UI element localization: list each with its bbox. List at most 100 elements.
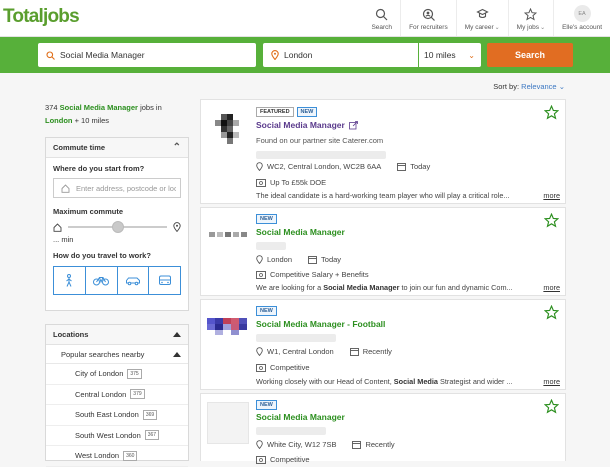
save-star-icon[interactable] [544, 213, 559, 228]
mode-bicycle[interactable] [84, 267, 117, 294]
nav-search[interactable]: Search [363, 0, 400, 36]
keyword-input[interactable]: Social Media Manager [38, 43, 256, 67]
job-card[interactable]: NEW Social Media Manager - Football W1, … [200, 299, 566, 390]
location-pin-icon [173, 222, 181, 232]
mode-walking[interactable] [54, 267, 85, 294]
desc-highlight: Social Media [393, 377, 438, 386]
results-number: 374 [45, 103, 58, 112]
nav-for-recruiters-label: For recruiters [409, 24, 448, 31]
slider-track[interactable] [68, 221, 167, 233]
job-salary-row: Up To £55k DOE [256, 178, 326, 187]
salary-icon [256, 455, 266, 464]
job-title: Social Media Manager [256, 227, 345, 237]
location-input[interactable]: London [263, 43, 418, 67]
location-count-badge: 360 [123, 450, 138, 461]
site-header: Totaljobs Search For recruiters My caree… [0, 0, 610, 37]
slider-handle[interactable] [111, 221, 124, 233]
search-icon [46, 50, 55, 60]
job-location: W1, Central London [267, 347, 334, 356]
location-count-badge: 375 [127, 368, 142, 379]
commute-slider[interactable] [46, 216, 188, 233]
job-salary-row: Competitive Salary + Benefits [256, 270, 369, 279]
location-name: City of London [75, 369, 124, 379]
more-link[interactable]: more [543, 191, 560, 200]
job-salary-row: Competitive [256, 363, 310, 372]
location-name: West London [75, 451, 120, 461]
job-location-row: London Today [256, 255, 341, 264]
sort-control[interactable]: Sort by: Relevance ⌄ [493, 82, 565, 91]
nav-my-career-label: My career [464, 24, 494, 31]
mode-bus[interactable] [148, 267, 180, 294]
job-card[interactable]: NEW Social Media Manager White City, W12… [200, 393, 566, 464]
results-count: 374 Social Media Manager jobs in London … [45, 101, 185, 127]
new-tag: NEW [256, 400, 277, 410]
desc-highlight: Social Media Manager [323, 283, 400, 292]
save-star-icon[interactable] [544, 305, 559, 320]
avatar: EA [573, 5, 591, 22]
sort-value[interactable]: Relevance [521, 82, 556, 91]
totaljobs-logo[interactable]: Totaljobs [3, 6, 80, 28]
save-star-icon[interactable] [544, 399, 559, 414]
desc-text: Working closely with our Head of Content… [256, 377, 394, 386]
results-keyword: Social Media Manager [59, 103, 138, 112]
company-logo-placeholder [207, 402, 249, 444]
commute-panel-header[interactable]: Commute time ⌃ [46, 138, 188, 158]
job-tags: NEW [256, 306, 277, 316]
location-name: South West London [75, 430, 141, 440]
bicycle-icon [93, 277, 110, 286]
distance-select[interactable]: 10 miles ⌄ [419, 43, 481, 67]
results-radius: + 10 miles [74, 116, 109, 125]
walking-icon [66, 273, 73, 287]
search-button[interactable]: Search [487, 43, 573, 67]
job-location: WC2, Central London, WC2B 6AA [267, 162, 382, 171]
nav-my-jobs[interactable]: My jobs⌄ [507, 0, 553, 36]
location-pin-icon [271, 50, 279, 60]
top-nav: Search For recruiters My career⌄ My jobs… [363, 0, 610, 36]
max-commute-label: Maximum commute [53, 207, 124, 216]
external-link-icon [348, 120, 358, 129]
popular-searches-toggle[interactable]: Popular searches nearby [46, 345, 188, 364]
nav-account[interactable]: EA Elle's account [553, 0, 610, 36]
location-item[interactable]: South East London 369 [46, 405, 188, 426]
location-pin-icon [256, 347, 263, 356]
more-link[interactable]: more [543, 377, 560, 386]
calendar-icon [308, 256, 317, 264]
postcode-input[interactable]: Enter address, postcode or location [53, 178, 181, 198]
home-icon [53, 222, 62, 232]
start-question: Where do you start from? [53, 164, 145, 173]
job-location-row: White City, W12 7SB Recently [256, 440, 395, 449]
job-title-link[interactable]: Social Media Manager [256, 227, 345, 237]
location-value: London [284, 50, 313, 60]
job-title-link[interactable]: Social Media Manager [256, 412, 345, 422]
calendar-icon [397, 163, 407, 171]
job-title-link[interactable]: Social Media Manager - Football [256, 319, 385, 329]
calendar-icon [349, 348, 359, 356]
location-item[interactable]: City of London 375 [46, 364, 188, 385]
commute-filter-panel: Commute time ⌃ Where do you start from? … [45, 137, 189, 311]
job-card[interactable]: FEATURED NEW Social Media Manager Found … [200, 99, 566, 204]
blurred-company-name [256, 334, 336, 342]
mode-car[interactable] [116, 267, 149, 294]
nav-for-recruiters[interactable]: For recruiters [400, 0, 456, 36]
location-count-badge: 367 [144, 430, 160, 441]
salary-icon [256, 363, 266, 372]
job-location-row: WC2, Central London, WC2B 6AA Today [256, 162, 430, 171]
location-item[interactable]: Central London 379 [46, 385, 188, 405]
job-card[interactable]: NEW Social Media Manager London Today Co… [200, 207, 566, 296]
location-name: Central London [75, 389, 127, 399]
chevron-down-icon: ⌄ [468, 50, 475, 60]
more-link[interactable]: more [543, 283, 560, 292]
location-item[interactable]: South West London 367 [46, 426, 188, 446]
location-item[interactable]: West London 360 [46, 446, 188, 467]
nav-my-career[interactable]: My career⌄ [455, 0, 508, 36]
search-bar: Social Media Manager London 10 miles ⌄ S… [0, 37, 610, 73]
job-posted: Today [410, 162, 431, 171]
save-star-icon[interactable] [544, 105, 559, 120]
locations-panel-header[interactable]: Locations [46, 325, 188, 345]
job-salary: Up To £55k DOE [270, 178, 327, 187]
job-posted: Recently [362, 347, 392, 356]
chevron-up-icon: ⌃ [172, 142, 181, 153]
job-title-link[interactable]: Social Media Manager [256, 120, 358, 130]
sort-label: Sort by: [493, 82, 520, 91]
results-location: London [45, 116, 73, 125]
